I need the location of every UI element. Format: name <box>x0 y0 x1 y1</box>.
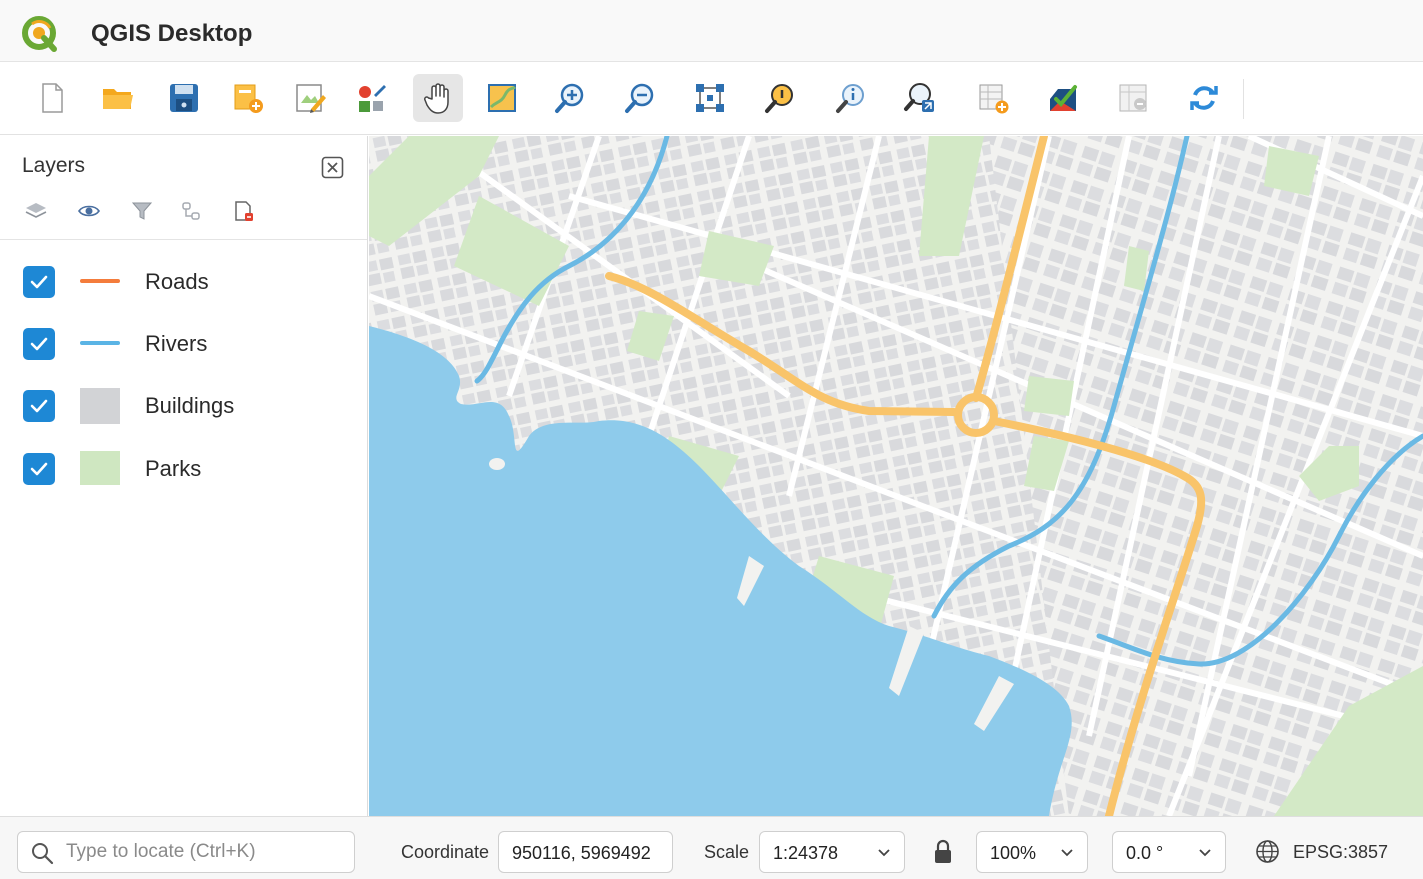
checkmark-icon <box>30 462 48 476</box>
layer-item-rivers[interactable]: Rivers <box>0 319 367 369</box>
style-manager-button[interactable] <box>346 74 396 122</box>
vertex-select-icon <box>696 84 724 112</box>
print-layout-button[interactable] <box>285 74 335 122</box>
map-view[interactable] <box>369 136 1423 816</box>
layer-name-roads: Roads <box>145 269 209 294</box>
new-layer-button[interactable] <box>223 74 273 122</box>
layers-button[interactable] <box>23 198 49 224</box>
checkmark-icon <box>30 399 48 413</box>
layer-checkbox-roads[interactable] <box>23 266 55 298</box>
measure-button[interactable] <box>895 74 945 122</box>
lock-icon[interactable] <box>931 839 955 865</box>
coordinate-value: 950116, 5969492 <box>512 843 651 863</box>
layer-name-buildings: Buildings <box>145 393 235 418</box>
add-table-icon <box>979 84 1009 114</box>
eye-icon <box>78 205 100 217</box>
layers-panel-toolbar <box>0 196 367 240</box>
new-layer-icon <box>234 84 263 113</box>
add-annotation-button[interactable] <box>968 74 1018 122</box>
folder-icon <box>103 89 133 109</box>
globe-icon[interactable] <box>1255 839 1280 864</box>
coordinate-label: Coordinate <box>401 842 490 862</box>
line-symbol-rivers <box>80 341 120 345</box>
edit-style-button[interactable] <box>1038 74 1088 122</box>
layer-item-roads[interactable]: Roads <box>0 257 367 307</box>
chevron-down-icon <box>1199 849 1211 857</box>
layer-item-buildings[interactable]: Buildings <box>0 381 367 431</box>
status-bar: Coordinate 950116, 5969492 Scale 1:24378… <box>0 816 1423 879</box>
info-button[interactable] <box>825 74 875 122</box>
table-icon <box>1119 84 1147 112</box>
crs-label[interactable]: EPSG:3857 <box>1293 842 1388 863</box>
fill-symbol-buildings <box>80 388 120 424</box>
chevron-down-icon <box>878 849 890 857</box>
rotation-value: 0.0 ° <box>1126 843 1164 863</box>
app-title: QGIS Desktop <box>91 20 253 47</box>
hand-icon <box>424 83 449 114</box>
layer-name-parks: Parks <box>145 456 202 481</box>
zoom-in-icon <box>555 83 584 113</box>
visibility-button[interactable] <box>76 198 102 224</box>
magnifier-combobox[interactable]: 100% <box>976 831 1088 873</box>
title-bar: QGIS Desktop <box>0 0 1423 62</box>
layer-item-parks[interactable]: Parks <box>0 444 367 494</box>
close-icon[interactable] <box>321 156 344 179</box>
layout-edit-icon <box>296 84 326 113</box>
new-project-button[interactable] <box>27 74 77 122</box>
zoom-out-icon <box>625 83 654 113</box>
layer-name-rivers: Rivers <box>145 331 208 356</box>
zoom-in-button[interactable] <box>545 74 595 122</box>
group-icon <box>182 202 200 220</box>
remove-layer-button[interactable] <box>230 198 256 224</box>
search-icon <box>32 843 54 865</box>
map-extent-icon <box>488 84 517 112</box>
new-file-icon <box>42 83 63 113</box>
measure-icon <box>904 83 934 112</box>
fill-symbol-parks <box>80 451 120 485</box>
islet <box>489 458 505 470</box>
chevron-down-icon <box>1061 849 1073 857</box>
save-project-button[interactable] <box>159 74 209 122</box>
scale-value: 1:24378 <box>773 843 839 863</box>
layer-checkbox-buildings[interactable] <box>23 390 55 422</box>
layer-checkbox-parks[interactable] <box>23 453 55 485</box>
filter-icon <box>131 202 153 220</box>
save-icon <box>170 84 198 112</box>
group-button[interactable] <box>178 198 204 224</box>
identify-icon <box>765 84 793 113</box>
layers-panel-title: Layers <box>22 154 86 177</box>
info-magnifier-icon <box>836 84 864 113</box>
attribute-table-button[interactable] <box>1108 74 1158 122</box>
map-canvas[interactable] <box>369 136 1423 816</box>
line-symbol-roads <box>80 279 120 283</box>
locate-input[interactable] <box>66 838 346 866</box>
style-icon <box>359 85 386 112</box>
zoom-full-button[interactable] <box>477 74 527 122</box>
qgis-logo-icon <box>22 16 57 52</box>
checkmark-icon <box>30 275 48 289</box>
layer-checkbox-rivers[interactable] <box>23 328 55 360</box>
magnifier-value: 100% <box>990 843 1037 863</box>
filter-button[interactable] <box>129 198 155 224</box>
checkmark-icon <box>30 337 48 351</box>
toolbar-separator <box>1243 79 1244 119</box>
check-brush-icon <box>1050 85 1077 111</box>
main-toolbar <box>0 63 1423 135</box>
locator-box[interactable] <box>17 831 355 873</box>
pan-tool-button[interactable] <box>413 74 463 122</box>
identify-button[interactable] <box>754 74 804 122</box>
remove-layer-icon <box>235 201 253 221</box>
zoom-out-button[interactable] <box>615 74 665 122</box>
select-features-button[interactable] <box>685 74 735 122</box>
scale-combobox[interactable]: 1:24378 <box>759 831 905 873</box>
coordinate-field[interactable]: 950116, 5969492 <box>498 831 673 873</box>
open-project-button[interactable] <box>93 74 143 122</box>
refresh-icon <box>1190 86 1218 110</box>
layers-icon <box>25 203 47 218</box>
scale-label: Scale <box>704 842 750 862</box>
refresh-button[interactable] <box>1179 74 1229 122</box>
layers-panel: Layers Roads Rivers Buildings Parks <box>0 136 368 816</box>
rotation-combobox[interactable]: 0.0 ° <box>1112 831 1226 873</box>
